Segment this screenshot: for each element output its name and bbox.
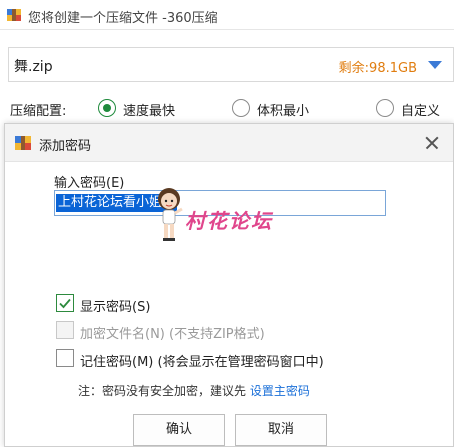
remember-password-label[interactable]: 记住密码(M) (将会显示在管理密码窗口中) bbox=[80, 351, 324, 370]
watermark-text: 村花论坛 bbox=[185, 209, 273, 233]
window-title: 您将创建一个压缩文件 -360压缩 bbox=[28, 11, 218, 26]
dialog-title: 添加密码 bbox=[39, 139, 92, 154]
checkmark-icon bbox=[59, 298, 71, 309]
free-space-label: 剩余:98.1GB bbox=[338, 61, 417, 76]
security-note-text: 注：密码没有安全加密，建议先 bbox=[78, 384, 250, 398]
radio-indicator[interactable] bbox=[232, 99, 250, 117]
radio-indicator[interactable] bbox=[376, 99, 394, 117]
radio-indicator[interactable] bbox=[98, 99, 116, 117]
encrypt-filenames-label: 加密文件名(N) (不支持ZIP格式) bbox=[80, 327, 265, 342]
dialog-title-bar: 添加密码 bbox=[5, 124, 453, 162]
close-icon[interactable] bbox=[421, 132, 443, 154]
radio-label[interactable]: 自定义 bbox=[401, 100, 440, 119]
set-master-password-link[interactable]: 设置主密码 bbox=[250, 384, 310, 398]
chevron-down-icon[interactable] bbox=[428, 61, 442, 69]
window-title-bar: 您将创建一个压缩文件 -360压缩 bbox=[0, 0, 454, 30]
compression-config-label: 压缩配置: bbox=[10, 104, 67, 119]
archive-file-name[interactable]: 舞.zip bbox=[14, 56, 53, 76]
dialog-archive-icon bbox=[15, 136, 31, 150]
archive-path-field[interactable]: 舞.zip 剩余:98.1GB bbox=[8, 47, 454, 82]
radio-label[interactable]: 速度最快 bbox=[123, 100, 175, 119]
app-archive-icon bbox=[7, 9, 21, 21]
watermark: 村花论坛 bbox=[155, 179, 315, 254]
ok-button[interactable]: 确认 bbox=[133, 414, 225, 446]
password-label: 输入密码(E) bbox=[54, 176, 125, 191]
show-password-checkbox[interactable] bbox=[56, 294, 74, 312]
show-password-label[interactable]: 显示密码(S) bbox=[80, 296, 150, 315]
radio-label[interactable]: 体积最小 bbox=[257, 100, 309, 119]
add-password-dialog: 添加密码 输入密码(E) 上村花论坛看小姐姐 村花论坛 显示密码(S) 加密文件… bbox=[4, 123, 454, 447]
watermark-figure-icon bbox=[158, 188, 183, 241]
security-note: 注：密码没有安全加密，建议先 设置主密码 bbox=[78, 382, 310, 399]
encrypt-filenames-checkbox bbox=[56, 321, 74, 339]
remember-password-checkbox[interactable] bbox=[56, 349, 74, 367]
cancel-button[interactable]: 取消 bbox=[235, 414, 327, 446]
compression-config: 压缩配置: 速度最快 体积最小 自定义 bbox=[10, 98, 454, 120]
